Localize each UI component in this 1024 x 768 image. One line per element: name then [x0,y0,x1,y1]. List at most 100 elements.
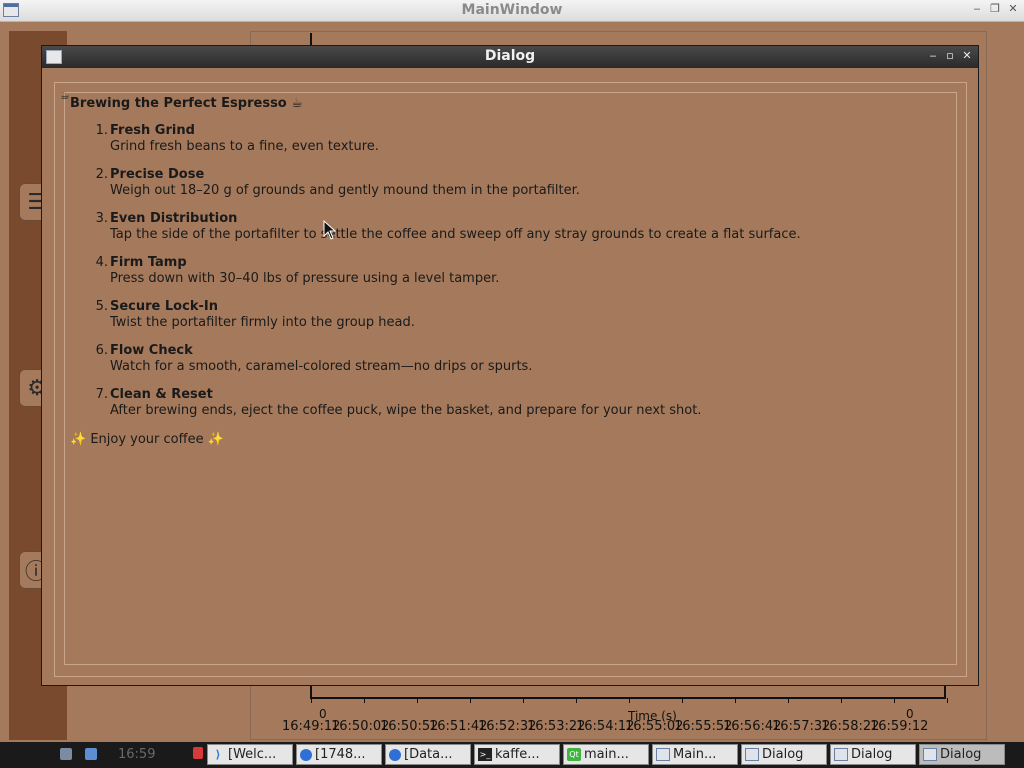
taskbar-item[interactable]: Dialog [741,744,827,765]
step-number: 7. [95,387,108,402]
taskbar-item-label: Dialog [940,747,982,762]
x-tick [523,698,524,703]
x-tick-label: 16:56:42 [723,719,782,734]
taskbar-item[interactable]: >_ kaffe... [474,744,560,765]
vscode-icon: ⟩ [215,748,221,761]
restore-icon[interactable]: ❐ [990,2,1000,15]
x-tick-label: 16:55:52 [674,719,733,734]
x-tick-label: 16:57:32 [772,719,831,734]
x-tick-label: 16:55:02 [625,719,684,734]
steps-list: 1. Fresh Grind Grind fresh beans to a fine… [92,123,801,431]
footer-text: ✨ Enjoy your coffee ✨ [70,432,224,447]
x-tick-label: 16:52:32 [478,719,537,734]
step-number: 3. [95,211,108,226]
x-tick-label: 16:59:12 [870,719,929,734]
x-tick [682,698,683,703]
main-window-title: MainWindow [461,2,563,18]
taskbar-item[interactable]: [Data... [385,744,471,765]
list-item: 1. Fresh Grind Grind fresh beans to a fine… [92,123,801,167]
taskbar-item-label: Dialog [851,747,893,762]
step-description: Tap the side of the portafilter to settl… [110,227,801,242]
minimize-icon[interactable]: ‒ [928,49,938,62]
notification-icon[interactable] [193,747,203,759]
taskbar-item[interactable]: Dialog [830,744,916,765]
x-tick [841,698,842,703]
dialog-titlebar[interactable]: Dialog ‒ ▫ ✕ [42,46,978,68]
desktop-icon[interactable] [85,748,97,760]
taskbar-item[interactable]: Dialog [919,744,1005,765]
close-icon[interactable]: ✕ [1008,2,1018,15]
x-tick-label: 16:54:12 [576,719,635,734]
chrome-icon [300,748,312,761]
taskbar: 16:59 ⟩ [Welc... [1748... [Data... >_ kaffe..… [0,742,1024,768]
x-tick [629,698,630,703]
x-tick-label: 16:49:12 [282,719,341,734]
close-icon[interactable]: ✕ [962,49,972,62]
step-number: 2. [95,167,108,182]
list-item: 4. Firm Tamp Press down with 30–40 lbs of … [92,255,801,299]
files-icon[interactable] [60,748,72,760]
coffee-icon: ☕ [60,89,70,102]
list-item: 2. Precise Dose Weigh out 18–20 g of groun… [92,167,801,211]
step-title: Fresh Grind [110,123,195,138]
x-tick [311,698,312,703]
list-item: 6. Flow Check Watch for a smooth, caramel-… [92,343,801,387]
x-tick [947,698,948,703]
clock: 16:59 [118,747,156,762]
window-icon [656,748,670,761]
taskbar-item-label: [1748... [315,747,366,762]
step-title: Even Distribution [110,211,238,226]
step-description: Watch for a smooth, caramel-colored stre… [110,359,533,374]
x-tick [417,698,418,703]
step-number: 5. [95,299,108,314]
qt-icon: Qt [567,748,581,761]
x-tick [735,698,736,703]
window-icon [745,748,759,761]
x-tick-label: 16:51:42 [429,719,488,734]
step-title: Precise Dose [110,167,205,182]
taskbar-item-label: Main... [673,747,717,762]
step-description: After brewing ends, eject the coffee puc… [110,403,702,418]
list-item: 7. Clean & Reset After brewing ends, eject… [92,387,801,431]
window-icon [923,748,937,761]
x-tick [576,698,577,703]
x-tick-label: 16:58:22 [821,719,880,734]
plot-x-axis [310,697,946,699]
step-description: Weigh out 18–20 g of grounds and gently … [110,183,580,198]
x-tick-label: 16:50:52 [380,719,439,734]
dialog-window: Dialog ‒ ▫ ✕ ☕ Brewing the Perfect Espre… [41,45,979,686]
list-item: 3. Even Distribution Tap the side of the p… [92,211,801,255]
main-window-titlebar[interactable]: MainWindow ‒ ❐ ✕ [0,0,1024,22]
taskbar-item-label: main... [584,747,629,762]
list-item: 5. Secure Lock-In Twist the portafilter fi… [92,299,801,343]
step-title: Firm Tamp [110,255,187,270]
dialog-title: Dialog [484,48,536,64]
taskbar-item[interactable]: ⟩ [Welc... [207,744,293,765]
step-description: Press down with 30–40 lbs of pressure us… [110,271,500,286]
maximize-icon[interactable]: ▫ [945,49,955,62]
taskbar-item[interactable]: Qt main... [563,744,649,765]
terminal-icon: >_ [478,748,492,761]
taskbar-item-label: [Data... [404,747,453,762]
taskbar-item-label: Dialog [762,747,804,762]
x-tick-label: 16:50:02 [331,719,390,734]
x-tick-label: 16:53:22 [527,719,586,734]
taskbar-item[interactable]: Main... [652,744,738,765]
x-tick-labels: 16:49:12 16:50:02 16:50:52 16:51:42 16:52:32… [282,719,929,734]
taskbar-item[interactable]: [1748... [296,744,382,765]
x-tick [894,698,895,703]
step-description: Twist the portafilter firmly into the gr… [110,315,415,330]
step-description: Grind fresh beans to a fine, even textur… [110,139,379,154]
chrome-icon [389,748,401,761]
taskbar-item-label: [Welc... [228,747,277,762]
x-tick [788,698,789,703]
minimize-icon[interactable]: ‒ [972,2,982,15]
step-number: 1. [95,123,108,138]
x-tick [364,698,365,703]
taskbar-item-label: kaffe... [495,747,540,762]
x-tick [470,698,471,703]
step-title: Flow Check [110,343,193,358]
step-number: 6. [95,343,108,358]
page-title: Brewing the Perfect Espresso ☕ [70,96,303,111]
step-title: Secure Lock-In [110,299,218,314]
